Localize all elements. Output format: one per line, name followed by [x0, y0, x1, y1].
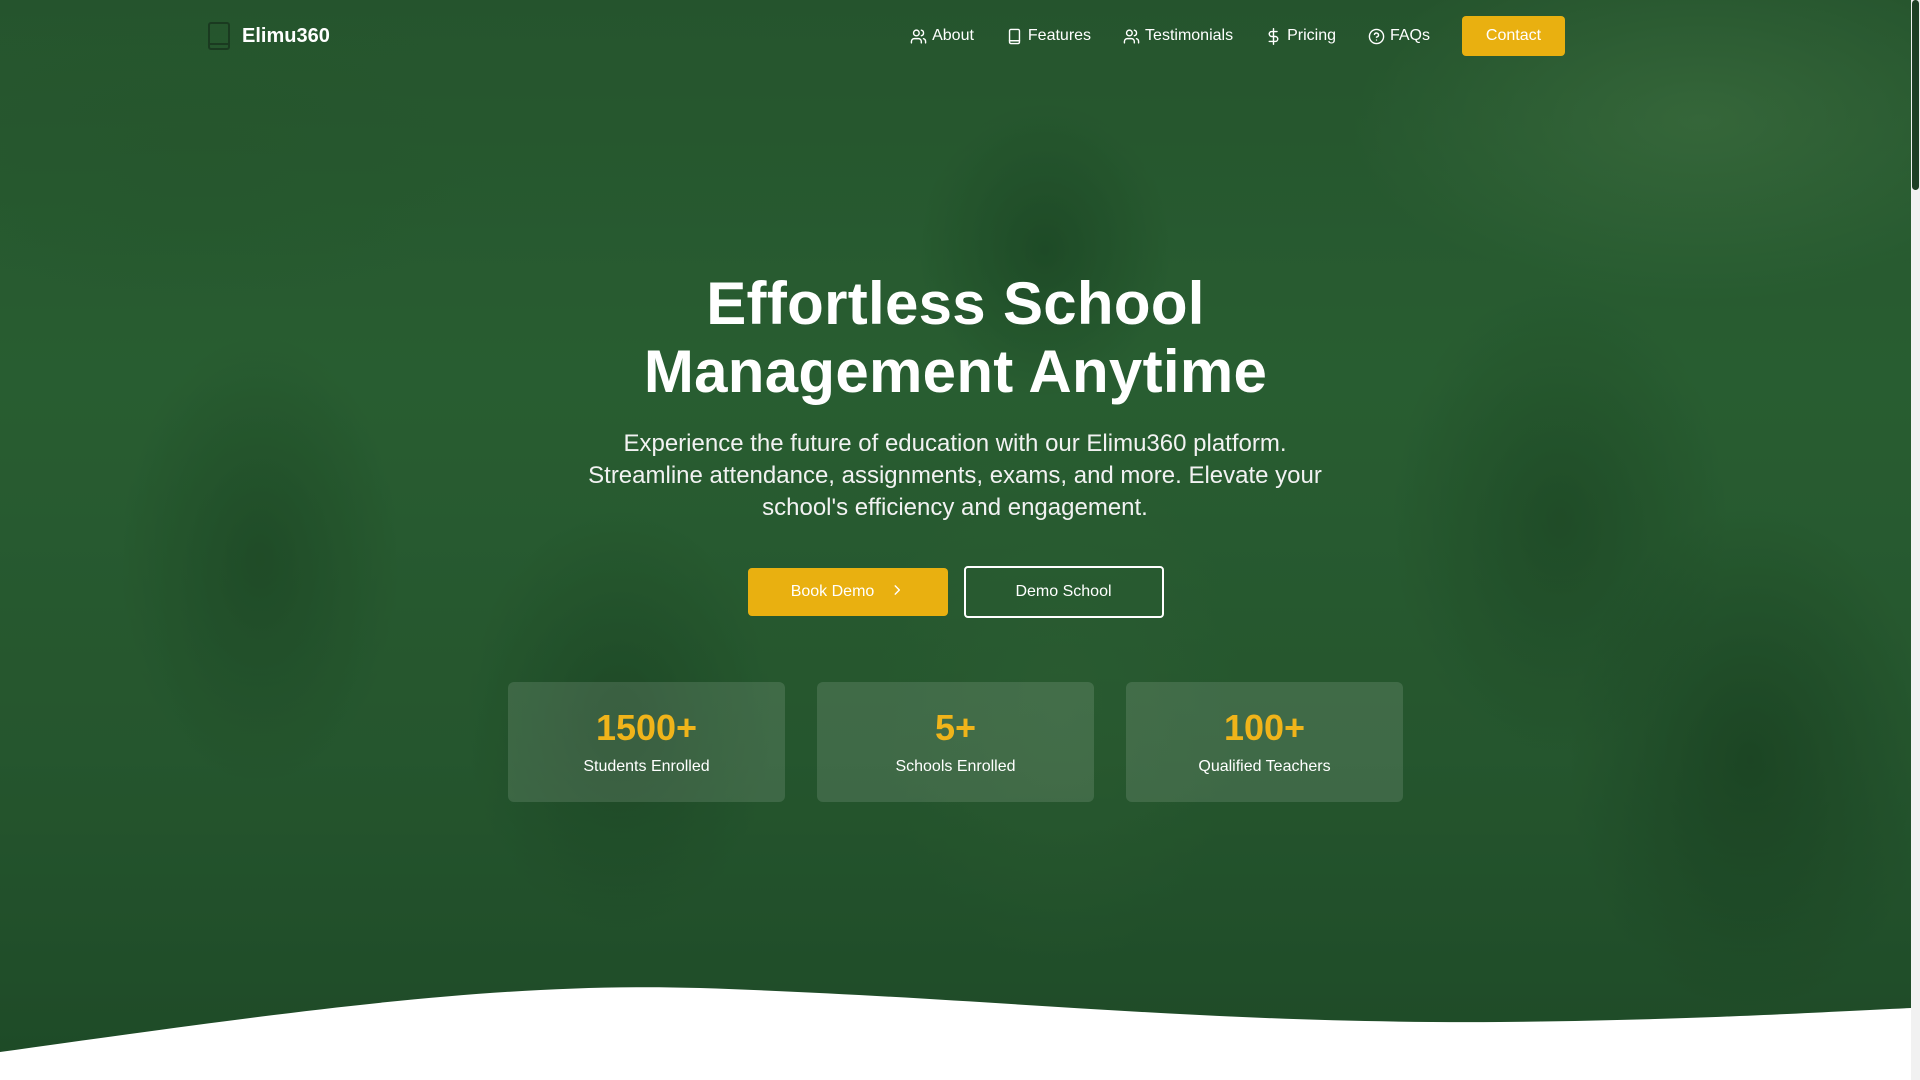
users-icon — [1123, 28, 1140, 45]
contact-button[interactable]: Contact — [1462, 16, 1565, 56]
nav-item-features[interactable]: Features — [1006, 27, 1091, 45]
stat-value: 1500+ — [595, 707, 698, 748]
dollar-icon — [1265, 27, 1282, 45]
brand-name: Elimu360 — [242, 24, 330, 47]
nav-item-faqs[interactable]: FAQs — [1368, 27, 1430, 45]
book-demo-label: Book Demo — [790, 583, 875, 600]
nav-item-about[interactable]: About — [910, 27, 974, 45]
nav-item-label: Testimonials — [1145, 27, 1234, 44]
scrollbar-thumb[interactable] — [1912, 0, 1919, 190]
stat-label: Students Enrolled — [583, 758, 710, 775]
nav-item-label: Features — [1027, 27, 1092, 44]
demo-school-button[interactable]: Demo School — [963, 566, 1164, 618]
help-circle-icon — [1368, 28, 1385, 45]
stat-value: 5+ — [934, 707, 977, 748]
cta-row: Book Demo Demo School — [0, 566, 1911, 618]
landing-page: Elimu360 About Features Testimonials Pri… — [0, 0, 1920, 1080]
book-demo-button[interactable]: Book Demo — [747, 568, 948, 616]
nav-item-label: Pricing — [1287, 27, 1336, 44]
nav-item-label: About — [932, 27, 974, 44]
users-icon — [910, 28, 927, 45]
chevron-right-icon — [890, 583, 904, 602]
nav-links: About Features Testimonials Pricing FAQs… — [878, 16, 1565, 56]
nav-item-label: FAQs — [1389, 27, 1430, 44]
stat-label: Qualified Teachers — [1198, 758, 1331, 775]
stats-row: 1500+ Students Enrolled 5+ Schools Enrol… — [508, 682, 1403, 802]
book-icon — [1006, 28, 1023, 45]
stat-card-students: 1500+ Students Enrolled — [508, 682, 785, 802]
hero-subtitle: Experience the future of education with … — [588, 430, 1322, 521]
nav-item-testimonials[interactable]: Testimonials — [1123, 27, 1233, 45]
book-icon — [206, 20, 232, 52]
stat-value: 100+ — [1223, 707, 1306, 748]
hero-title-line-1: Effortless School — [706, 270, 1205, 337]
hero-title: Effortless School Management Anytime — [0, 270, 1911, 406]
stat-card-schools: 5+ Schools Enrolled — [817, 682, 1094, 802]
page-scrollbar[interactable] — [1911, 0, 1920, 1080]
hero-background — [0, 0, 1911, 1080]
hero-bottom-wave — [0, 987, 1911, 1080]
stat-label: Schools Enrolled — [895, 758, 1016, 775]
stat-card-teachers: 100+ Qualified Teachers — [1126, 682, 1403, 802]
nav-item-pricing[interactable]: Pricing — [1265, 27, 1336, 45]
top-navbar: Elimu360 About Features Testimonials Pri… — [0, 0, 1911, 72]
brand[interactable]: Elimu360 — [206, 20, 330, 52]
hero-title-line-2: Management Anytime — [643, 338, 1268, 405]
